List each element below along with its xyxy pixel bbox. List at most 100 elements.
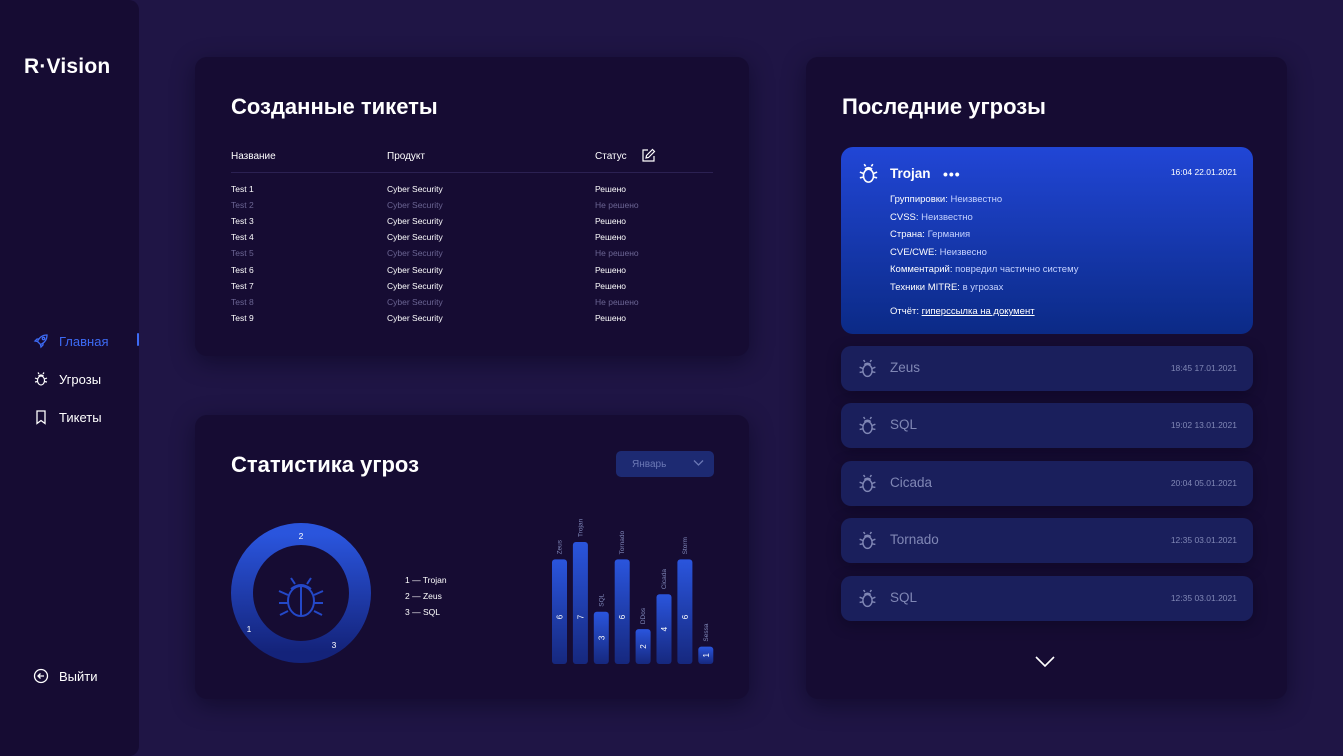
- report-label: Отчёт:: [890, 306, 919, 317]
- threat-item[interactable]: SQL 12:35 03.01.2021: [841, 575, 1253, 621]
- bookmark-icon: [33, 409, 49, 425]
- threat-name: Trojan: [890, 166, 931, 181]
- logout-button[interactable]: Выйти: [33, 668, 98, 684]
- cell-name: Test 9: [231, 312, 254, 323]
- legend-item: 1 — Trojan: [405, 575, 447, 585]
- table-row[interactable]: Test 4 Cyber Security Решено: [195, 232, 749, 248]
- bar-category-label: Tornado: [619, 531, 626, 555]
- cell-product: Cyber Security: [387, 216, 443, 227]
- bar-value-label: 1: [702, 653, 711, 658]
- cell-status: Не решено: [595, 296, 639, 307]
- bug-icon: [859, 163, 878, 183]
- detail-label: CVE/CWE:: [890, 246, 937, 258]
- cell-status: Решено: [595, 264, 626, 275]
- threat-item[interactable]: Cicada 20:04 05.01.2021: [841, 460, 1253, 506]
- cell-product: Cyber Security: [387, 200, 443, 211]
- threat-bar-chart: 6 Zeus 7 Trojan 3 SQL 6 Tornado 2 DDos 4 Cicada 6 Sto…: [552, 518, 714, 664]
- detail-value: Германия: [927, 229, 971, 240]
- chevron-down-icon[interactable]: [1034, 655, 1056, 669]
- threat-detail: CVSS: Неизвестно: [890, 212, 973, 223]
- bug-icon: [857, 473, 878, 494]
- detail-value: повредил частично систему: [955, 264, 1079, 275]
- cell-status: Решено: [595, 216, 626, 227]
- chevron-down-icon: [693, 460, 704, 466]
- cell-status: Решено: [595, 280, 626, 291]
- report-link[interactable]: гиперссылка на документ: [922, 306, 1035, 317]
- table-row[interactable]: Test 3 Cyber Security Решено: [195, 216, 749, 232]
- donut-label-1: 1: [247, 624, 252, 634]
- table-row[interactable]: Test 6 Cyber Security Решено: [195, 265, 749, 281]
- tickets-title: Созданные тикеты: [231, 94, 438, 119]
- cell-product: Cyber Security: [387, 296, 443, 307]
- rocket-icon: [33, 333, 49, 349]
- bar-value-label: 2: [639, 644, 648, 649]
- bar-category-label: SQL: [598, 593, 605, 606]
- nav-label-threats: Угрозы: [59, 371, 102, 387]
- threat-time: 12:35 03.01.2021: [1170, 592, 1237, 603]
- bar-value-label: 4: [660, 626, 669, 631]
- table-row[interactable]: Test 7 Cyber Security Решено: [195, 281, 749, 297]
- edit-icon[interactable]: [641, 148, 656, 163]
- bar-value-label: 6: [556, 614, 565, 619]
- bug-icon: [857, 588, 878, 609]
- logout-icon: [33, 668, 49, 684]
- threat-name: SQL: [890, 589, 918, 605]
- threats-card: Последние угрозы Trojan ••• 16:04 22.01.…: [806, 57, 1287, 699]
- threat-name: Zeus: [890, 360, 921, 375]
- nav-label-tickets: Тикеты: [59, 409, 102, 425]
- nav-label-home: Главная: [59, 333, 109, 349]
- threat-time: 19:02 13.01.2021: [1170, 420, 1237, 431]
- threat-detail: Комментарий: повредил частично систему: [890, 264, 1078, 275]
- cell-name: Test 7: [231, 280, 254, 291]
- bar-value-label: 6: [618, 614, 627, 619]
- threat-detail: CVE/CWE: Неизвесно: [890, 247, 987, 258]
- bar-category-label: DDos: [640, 607, 647, 624]
- table-row[interactable]: Test 1 Cyber Security Решено: [195, 184, 749, 200]
- threat-item[interactable]: Zeus 18:45 17.01.2021: [841, 346, 1253, 391]
- nav-label-logout: Выйти: [59, 668, 98, 684]
- donut-legend: 1 — Trojan 2 — Zeus 3 — SQL: [405, 572, 447, 620]
- app-logo: R·Vision: [24, 55, 111, 78]
- nav-item-tickets[interactable]: Тикеты: [33, 409, 102, 425]
- more-options-icon[interactable]: •••: [943, 166, 961, 182]
- detail-label: Группировки:: [890, 194, 948, 205]
- bar-category-label: Sessa: [703, 623, 710, 641]
- column-header-status: Статус: [595, 151, 627, 162]
- cell-status: Решено: [595, 312, 626, 323]
- bar: [552, 559, 567, 664]
- month-select-value: Январь: [632, 458, 667, 470]
- month-select[interactable]: Январь: [616, 451, 714, 477]
- threat-item[interactable]: Tornado 12:35 03.01.2021: [841, 518, 1253, 564]
- bar-category-label: Cicada: [661, 569, 668, 590]
- threat-name: Tornado: [890, 532, 939, 548]
- bug-icon: [857, 358, 878, 379]
- bug-icon: [278, 577, 324, 617]
- threat-name: Cicada: [890, 474, 933, 490]
- stats-title: Статистика угроз: [231, 452, 420, 477]
- cell-status: Решено: [595, 184, 626, 194]
- threat-item-expanded[interactable]: Trojan ••• 16:04 22.01.2021 Группировки:…: [841, 147, 1253, 334]
- detail-label: Страна:: [890, 229, 925, 240]
- bar-value-label: 6: [681, 614, 690, 619]
- nav-item-threats[interactable]: Угрозы: [33, 371, 101, 387]
- threat-detail: Техники MITRE: в угрозах: [890, 282, 1003, 293]
- table-row[interactable]: Test 8 Cyber Security Не решено: [195, 297, 749, 313]
- cell-status: Не решено: [595, 200, 639, 211]
- detail-label: Комментарий:: [890, 264, 953, 275]
- threat-report: Отчёт: гиперссылка на документ: [890, 306, 1035, 317]
- bar-category-label: Storm: [682, 537, 689, 554]
- bar-value-label: 7: [576, 614, 585, 619]
- threat-item[interactable]: SQL 19:02 13.01.2021: [841, 403, 1253, 449]
- threats-title: Последние угрозы: [842, 94, 1046, 119]
- table-row[interactable]: Test 2 Cyber Security Не решено: [195, 200, 749, 216]
- bug-icon: [857, 415, 878, 436]
- table-divider: [231, 172, 713, 173]
- cell-name: Test 3: [231, 216, 254, 227]
- table-row[interactable]: Test 9 Cyber Security Решено: [195, 313, 749, 329]
- detail-label: Техники MITRE:: [890, 281, 960, 293]
- nav-item-home[interactable]: Главная: [33, 333, 108, 349]
- table-row[interactable]: Test 5 Cyber Security Не решено: [195, 248, 749, 264]
- threat-time: 18:45 17.01.2021: [1170, 363, 1237, 373]
- detail-value: Неизвестно: [921, 211, 973, 223]
- threat-detail: Группировки: Неизвестно: [890, 194, 1002, 205]
